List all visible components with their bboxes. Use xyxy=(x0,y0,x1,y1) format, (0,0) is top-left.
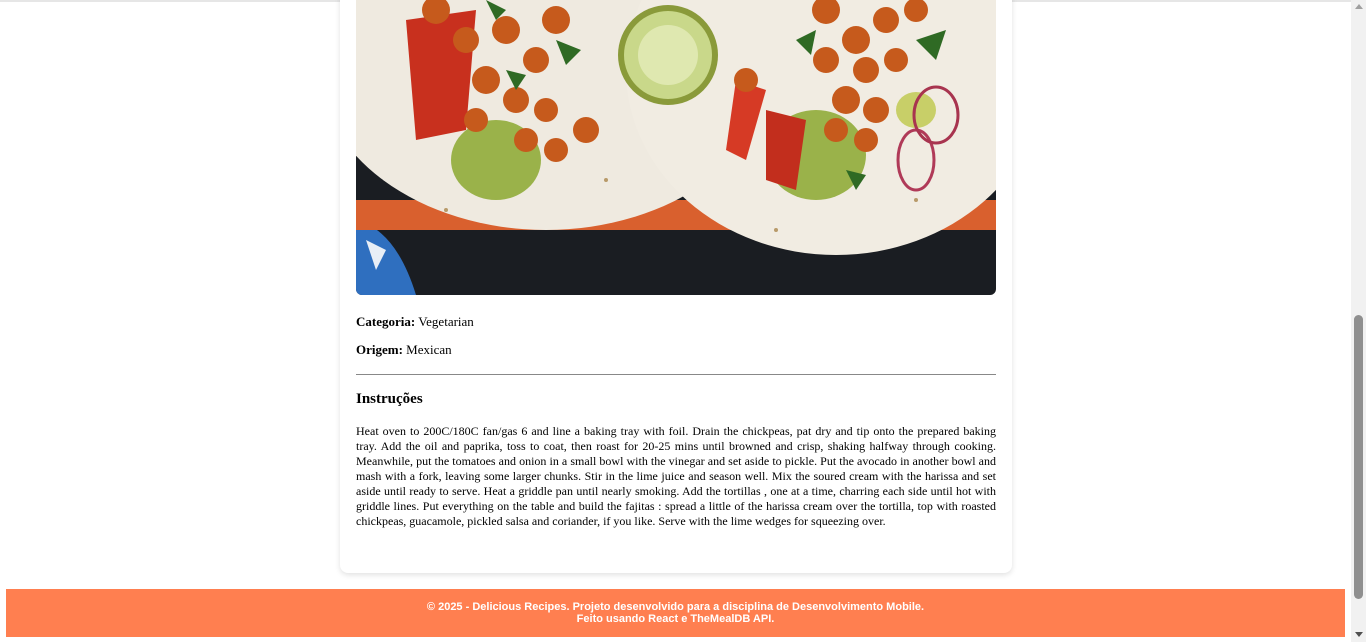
category-value: Vegetarian xyxy=(418,314,474,329)
origin-label: Origem: xyxy=(356,342,403,357)
origin-info: Origem: Mexican xyxy=(356,342,452,358)
footer-credits: Feito usando React e TheMealDB API. xyxy=(576,613,775,625)
divider xyxy=(356,374,996,375)
category-info: Categoria: Vegetarian xyxy=(356,314,474,330)
vertical-scrollbar[interactable] xyxy=(1351,0,1366,642)
scrollbar-thumb[interactable] xyxy=(1354,315,1363,599)
scroll-down-arrow-icon[interactable] xyxy=(1355,632,1363,637)
recipe-photo xyxy=(356,0,996,295)
instructions-title: Instruções xyxy=(356,391,423,407)
footer-copyright: © 2025 - Delicious Recipes. Projeto dese… xyxy=(426,601,925,613)
scroll-up-arrow-icon[interactable] xyxy=(1355,4,1363,9)
origin-value: Mexican xyxy=(406,342,452,357)
footer: © 2025 - Delicious Recipes. Projeto dese… xyxy=(6,589,1345,637)
category-label: Categoria: xyxy=(356,314,416,329)
instructions-text: Heat oven to 200C/180C fan/gas 6 and lin… xyxy=(356,424,996,528)
